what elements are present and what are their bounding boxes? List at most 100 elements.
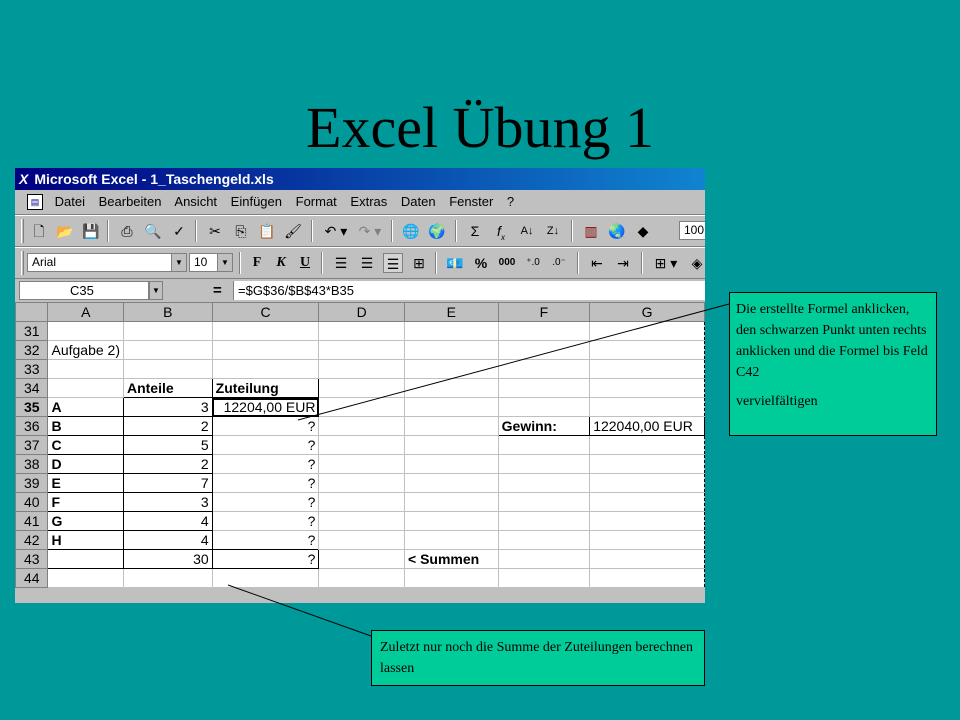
toolbar-grip[interactable] — [21, 251, 24, 275]
cell-b37[interactable]: 5 — [122, 435, 213, 455]
italic-button[interactable]: K — [271, 253, 291, 273]
column-header-d[interactable]: D — [318, 302, 406, 322]
percent-button[interactable]: % — [471, 253, 491, 273]
menu-format[interactable]: Format — [296, 194, 337, 209]
cell-b31[interactable] — [122, 321, 213, 341]
cell-a36[interactable]: B — [47, 416, 124, 436]
spellcheck-icon[interactable]: ✓ — [169, 221, 189, 241]
cell-d32[interactable] — [318, 340, 406, 360]
cell-d35[interactable] — [318, 397, 406, 417]
name-box[interactable]: C35 — [19, 281, 149, 300]
align-center-icon[interactable]: ☰ — [357, 253, 377, 273]
cell-d31[interactable] — [318, 321, 406, 341]
font-size-select[interactable]: 10 ▼ — [189, 253, 233, 272]
cell-c43[interactable]: ? — [211, 549, 320, 569]
menu-ansicht[interactable]: Ansicht — [174, 194, 217, 209]
cell-g38[interactable] — [589, 454, 705, 474]
cell-b32[interactable] — [122, 340, 213, 360]
row-header[interactable]: 38 — [15, 454, 49, 474]
thousands-button[interactable]: 000 — [497, 253, 517, 273]
menu-extras[interactable]: Extras — [350, 194, 387, 209]
chart-wizard-icon[interactable]: ▥ — [581, 221, 601, 241]
row-header[interactable]: 37 — [15, 435, 49, 455]
cell-a38[interactable]: D — [47, 454, 124, 474]
bold-button[interactable]: F — [247, 253, 267, 273]
cell-g35[interactable] — [589, 397, 705, 417]
window-titlebar[interactable]: X Microsoft Excel - 1_Taschengeld.xls — [15, 168, 705, 190]
cell-f34[interactable] — [497, 378, 591, 398]
row-header[interactable]: 39 — [15, 473, 49, 493]
cell-e39[interactable] — [404, 473, 499, 493]
sort-ascending-icon[interactable]: A↓ — [517, 221, 537, 241]
open-folder-icon[interactable]: 📂 — [55, 221, 75, 241]
cell-c41[interactable]: ? — [211, 511, 320, 531]
cell-e44[interactable] — [404, 568, 499, 588]
cell-b33[interactable] — [122, 359, 213, 379]
sort-descending-icon[interactable]: Z↓ — [543, 221, 563, 241]
cell-f33[interactable] — [497, 359, 591, 379]
cell-d41[interactable] — [318, 511, 406, 531]
chevron-down-icon[interactable]: ▼ — [217, 254, 232, 271]
cell-c35[interactable]: 12204,00 EUR — [211, 397, 320, 417]
underline-button[interactable]: U — [295, 253, 315, 273]
cell-g34[interactable] — [589, 378, 705, 398]
equals-icon[interactable]: = — [213, 281, 222, 301]
cell-g40[interactable] — [589, 492, 705, 512]
cell-g44[interactable] — [589, 568, 705, 588]
cell-f40[interactable] — [497, 492, 591, 512]
font-name-select[interactable]: Arial ▼ — [27, 253, 187, 272]
cell-f38[interactable] — [497, 454, 591, 474]
autosum-icon[interactable]: Σ — [465, 221, 485, 241]
cell-d33[interactable] — [318, 359, 406, 379]
cell-b44[interactable] — [122, 568, 213, 588]
align-right-icon[interactable]: ☰ — [383, 253, 403, 273]
cell-d36[interactable] — [318, 416, 406, 436]
cell-g41[interactable] — [589, 511, 705, 531]
print-icon[interactable]: ⎙ — [117, 221, 137, 241]
cell-g31[interactable] — [589, 321, 705, 341]
cell-d37[interactable] — [318, 435, 406, 455]
cell-f42[interactable] — [497, 530, 591, 550]
decrease-decimal-icon[interactable]: .0⁻ — [549, 253, 569, 273]
cell-c33[interactable] — [211, 359, 320, 379]
cell-f35[interactable] — [497, 397, 591, 417]
cell-a44[interactable] — [47, 568, 124, 588]
cell-g33[interactable] — [589, 359, 705, 379]
function-icon[interactable]: fx — [491, 221, 511, 242]
column-header-e[interactable]: E — [404, 302, 499, 322]
fill-color-icon[interactable]: ◈ — [687, 253, 705, 273]
cell-b41[interactable]: 4 — [122, 511, 213, 531]
cell-g42[interactable] — [589, 530, 705, 550]
document-icon[interactable]: ▤ — [27, 194, 43, 210]
cell-a32[interactable]: Aufgabe 2) — [47, 340, 124, 360]
cell-d34[interactable] — [318, 378, 406, 398]
row-header[interactable]: 36 — [15, 416, 49, 436]
increase-indent-icon[interactable]: ⇥ — [613, 253, 633, 273]
decrease-indent-icon[interactable]: ⇤ — [587, 253, 607, 273]
formula-input[interactable]: =$G$36/$B$43*B35 — [233, 281, 705, 300]
toolbar-grip[interactable] — [21, 219, 24, 243]
cell-c37[interactable]: ? — [211, 435, 320, 455]
row-header[interactable]: 42 — [15, 530, 49, 550]
column-header-b[interactable]: B — [122, 302, 213, 322]
cell-e43[interactable]: < Summen — [404, 549, 499, 569]
map-icon[interactable]: 🌏 — [607, 221, 627, 241]
menu-einfuegen[interactable]: Einfügen — [231, 194, 282, 209]
row-header[interactable]: 41 — [15, 511, 49, 531]
cell-c31[interactable] — [211, 321, 320, 341]
column-header-c[interactable]: C — [211, 302, 320, 322]
cell-f37[interactable] — [497, 435, 591, 455]
cell-a42[interactable]: H — [47, 530, 124, 550]
cell-b40[interactable]: 3 — [122, 492, 213, 512]
row-header[interactable]: 40 — [15, 492, 49, 512]
cell-d42[interactable] — [318, 530, 406, 550]
cell-a34[interactable] — [47, 378, 124, 398]
web-toolbar-icon[interactable]: 🌍 — [427, 221, 447, 241]
hyperlink-icon[interactable]: 🌐 — [401, 221, 421, 241]
cell-b35[interactable]: 3 — [122, 397, 213, 417]
cell-a35[interactable]: A — [47, 397, 124, 417]
cell-c36[interactable]: ? — [211, 416, 320, 436]
paste-icon[interactable]: 📋 — [257, 221, 277, 241]
cell-f43[interactable] — [497, 549, 591, 569]
cell-g43[interactable] — [589, 549, 705, 569]
